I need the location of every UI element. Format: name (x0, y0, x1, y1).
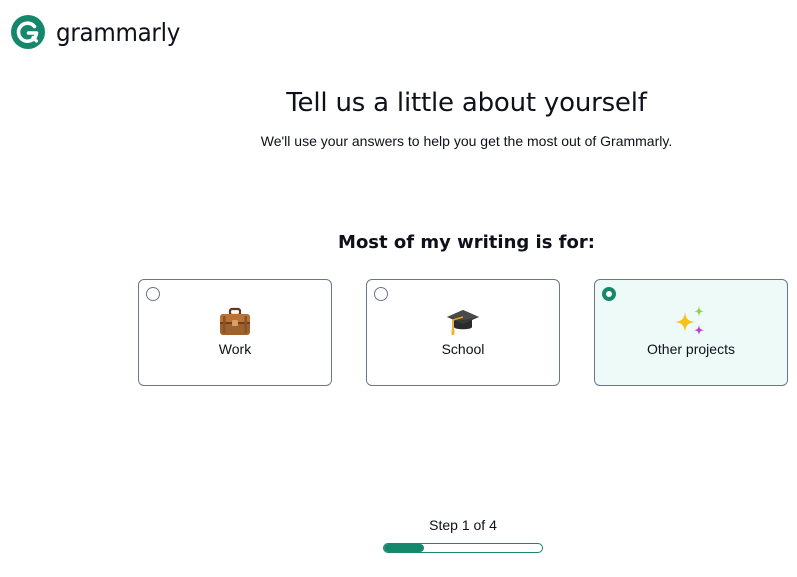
grammarly-g-icon (11, 15, 45, 49)
progress-bar (383, 543, 543, 553)
radio-work[interactable] (146, 287, 160, 301)
grammarly-wordmark: grammarly (56, 17, 181, 47)
option-work-label: Work (218, 341, 252, 357)
option-other-projects[interactable]: Other projects (594, 279, 788, 386)
option-school[interactable]: School (366, 279, 560, 386)
onboarding-page: grammarly Tell us a little about yoursel… (0, 0, 797, 577)
grammarly-logo[interactable]: grammarly (11, 15, 191, 49)
option-work[interactable]: Work (138, 279, 332, 386)
option-school-label: School (441, 341, 485, 357)
sparkles-icon (595, 306, 787, 338)
briefcase-icon (139, 306, 331, 338)
radio-school[interactable] (374, 287, 388, 301)
page-title: Tell us a little about yourself (286, 88, 647, 118)
radio-other-projects[interactable] (602, 287, 616, 301)
step-indicator: Step 1 of 4 (429, 517, 497, 533)
graduation-cap-icon (367, 306, 559, 338)
question-label: Most of my writing is for: (338, 232, 595, 253)
option-other-projects-label: Other projects (647, 341, 735, 357)
progress-bar-fill (384, 544, 424, 552)
page-subtitle: We'll use your answers to help you get t… (260, 133, 673, 149)
